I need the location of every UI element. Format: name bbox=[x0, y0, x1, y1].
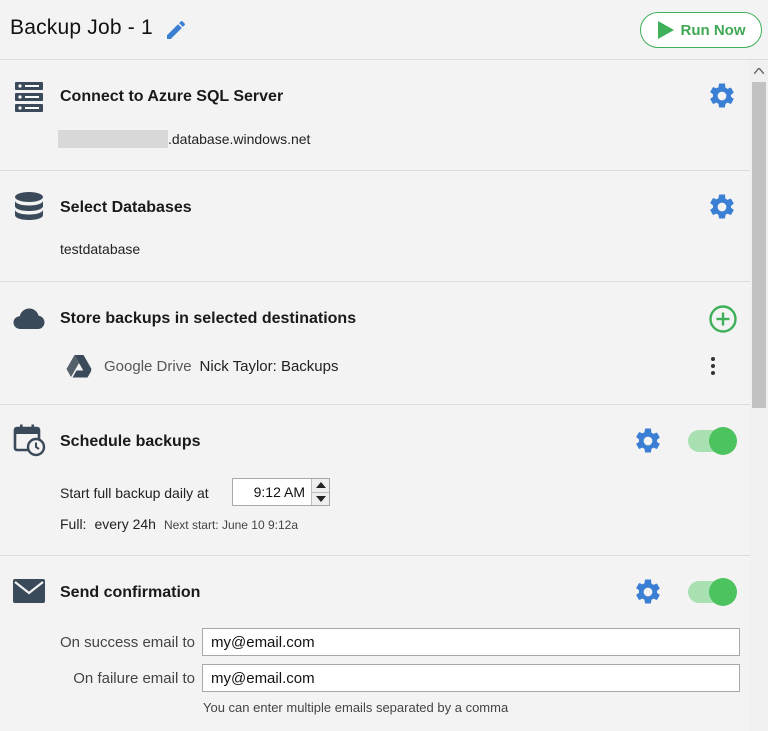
more-vertical-icon[interactable] bbox=[703, 354, 723, 378]
failure-email-label: On failure email to bbox=[73, 670, 195, 687]
redacted-server-name bbox=[58, 130, 168, 148]
databases-section: Select Databases testdatabase bbox=[0, 171, 750, 282]
time-increment-button[interactable] bbox=[312, 479, 329, 492]
caret-up-icon bbox=[315, 482, 326, 489]
caret-down-icon bbox=[315, 495, 326, 502]
cloud-icon bbox=[13, 308, 45, 329]
play-icon bbox=[657, 21, 674, 39]
full-interval: every 24h bbox=[94, 516, 156, 532]
destinations-section: Store backups in selected destinations G… bbox=[0, 282, 750, 405]
calendar-clock-icon bbox=[13, 424, 46, 457]
destinations-title: Store backups in selected destinations bbox=[60, 310, 357, 327]
page-title: Backup Job - 1 bbox=[10, 16, 153, 39]
scrollbar[interactable] bbox=[750, 60, 768, 731]
envelope-icon bbox=[13, 579, 45, 603]
start-time-input[interactable]: 9:12 AM bbox=[232, 478, 330, 506]
toggle-knob bbox=[709, 578, 737, 606]
success-email-label: On success email to bbox=[59, 634, 195, 651]
destination-name: Nick Taylor: Backups bbox=[199, 357, 339, 375]
confirmation-title: Send confirmation bbox=[60, 584, 201, 601]
server-host-suffix: .database.windows.net bbox=[168, 131, 311, 147]
server-host: .database.windows.net bbox=[58, 130, 310, 148]
google-drive-icon bbox=[66, 355, 92, 378]
scroll-up-button[interactable] bbox=[750, 64, 768, 78]
caret-up-icon bbox=[754, 68, 764, 74]
job-settings: Connect to Azure SQL Server .database.wi… bbox=[0, 60, 750, 731]
server-settings-gear-icon[interactable] bbox=[707, 81, 737, 111]
header: Backup Job - 1 Run Now bbox=[0, 0, 768, 60]
success-email-input[interactable] bbox=[202, 628, 740, 656]
run-now-button[interactable]: Run Now bbox=[640, 12, 762, 48]
email-hint: You can enter multiple emails separated … bbox=[203, 700, 509, 715]
schedule-toggle[interactable] bbox=[688, 427, 737, 455]
database-icon bbox=[15, 192, 43, 220]
start-time-label: Start full backup daily at bbox=[60, 485, 209, 501]
schedule-settings-gear-icon[interactable] bbox=[633, 426, 663, 456]
add-destination-plus-circle-icon[interactable] bbox=[708, 304, 738, 334]
run-now-label: Run Now bbox=[680, 21, 746, 39]
destination-item[interactable]: Google Drive Nick Taylor: Backups bbox=[66, 354, 339, 378]
next-start: Next start: June 10 9:12a bbox=[163, 518, 299, 532]
full-label: Full: bbox=[60, 516, 87, 532]
toggle-knob bbox=[709, 427, 737, 455]
selected-database: testdatabase bbox=[60, 241, 141, 257]
scroll-thumb[interactable] bbox=[752, 82, 766, 408]
databases-settings-gear-icon[interactable] bbox=[707, 192, 737, 222]
confirmation-section: Send confirmation On success email to On… bbox=[0, 556, 750, 731]
time-decrement-button[interactable] bbox=[312, 491, 329, 505]
server-section: Connect to Azure SQL Server .database.wi… bbox=[0, 60, 750, 171]
confirmation-toggle[interactable] bbox=[688, 578, 737, 606]
databases-title: Select Databases bbox=[60, 199, 192, 216]
server-title: Connect to Azure SQL Server bbox=[60, 88, 284, 105]
server-icon bbox=[15, 82, 43, 112]
schedule-title: Schedule backups bbox=[60, 433, 201, 450]
failure-email-input[interactable] bbox=[202, 664, 740, 692]
time-spinner bbox=[311, 479, 329, 505]
destination-provider: Google Drive bbox=[104, 357, 192, 375]
pencil-icon[interactable] bbox=[164, 18, 188, 42]
start-time-value: 9:12 AM bbox=[253, 484, 305, 500]
confirmation-settings-gear-icon[interactable] bbox=[633, 577, 663, 607]
schedule-section: Schedule backups Start full backup daily… bbox=[0, 405, 750, 556]
full-schedule-info: Full: every 24h Next start: June 10 9:12… bbox=[60, 516, 298, 532]
